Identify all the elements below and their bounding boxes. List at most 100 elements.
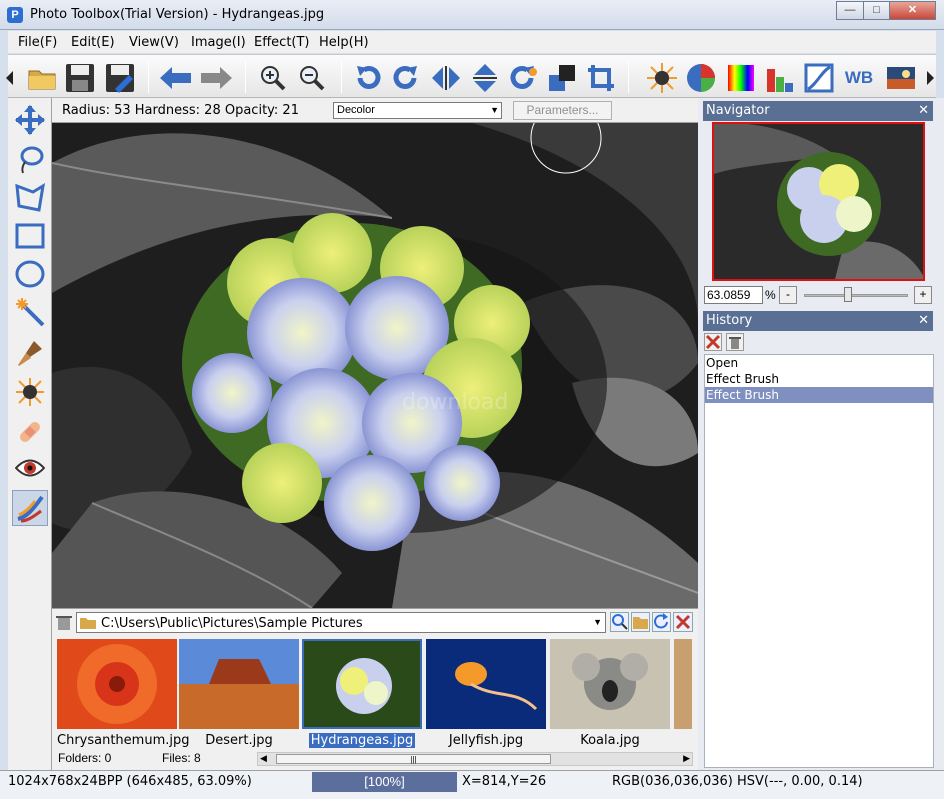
history-item-selected[interactable]: Effect Brush xyxy=(705,387,933,403)
rotate-left-icon[interactable] xyxy=(351,61,385,95)
path-dropdown-icon[interactable]: ▼ xyxy=(593,617,602,627)
ellipse-select-icon[interactable] xyxy=(12,258,48,290)
thumbnail-chrysanthemum[interactable] xyxy=(57,639,177,729)
image-info: 1024x768x24BPP (646x485, 63.09%) xyxy=(8,774,252,789)
thumbnail-desert[interactable] xyxy=(179,639,299,729)
magic-wand-icon[interactable] xyxy=(12,296,48,328)
exposure-brush-icon[interactable] xyxy=(12,376,48,408)
rectangle-select-icon[interactable] xyxy=(12,220,48,252)
zoom-slider-thumb[interactable] xyxy=(844,287,852,302)
save-as-icon[interactable] xyxy=(103,61,137,95)
polygon-lasso-icon[interactable] xyxy=(12,182,48,214)
path-text: C:\Users\Public\Pictures\Sample Pictures xyxy=(101,616,363,631)
history-list: Open Effect Brush Effect Brush xyxy=(704,354,934,768)
thumbnail-partial[interactable] xyxy=(674,639,692,729)
rotate-free-icon[interactable] xyxy=(507,61,541,95)
menu-help[interactable]: Help(H) xyxy=(319,35,369,50)
effect-brush-icon[interactable] xyxy=(12,490,48,526)
right-pane: Navigator ✕ 63.0859 % - + History ✕ Open… xyxy=(698,98,944,770)
navigator-close-icon[interactable]: ✕ xyxy=(918,101,929,121)
menu-edit[interactable]: Edit(E) xyxy=(71,35,115,50)
folder-up-icon[interactable] xyxy=(631,612,650,632)
status-bar: 1024x768x24BPP (646x485, 63.09%) [100%] … xyxy=(0,770,944,799)
zoom-in-button[interactable]: + xyxy=(914,286,932,304)
move-tool-icon[interactable] xyxy=(12,104,48,136)
crop-icon[interactable] xyxy=(584,61,618,95)
auto-color-icon[interactable] xyxy=(884,61,918,95)
toolbar-scroll-left-icon[interactable] xyxy=(4,61,16,95)
history-item[interactable]: Open xyxy=(705,355,933,371)
flip-horizontal-icon[interactable] xyxy=(429,61,463,95)
trash-icon[interactable] xyxy=(55,613,73,631)
history-clear-icon[interactable] xyxy=(726,333,744,351)
thumbnail-label-selected: Hydrangeas.jpg xyxy=(308,733,416,748)
navigator-header: Navigator ✕ xyxy=(703,101,933,121)
thumbnail-label: Jellyfish.jpg xyxy=(448,733,524,748)
white-balance-icon[interactable]: WB xyxy=(842,61,876,95)
path-combo[interactable]: C:\Users\Public\Pictures\Sample Pictures… xyxy=(76,612,606,633)
undo-arrow-icon[interactable] xyxy=(159,61,193,95)
scroll-right-icon[interactable]: ▶ xyxy=(683,753,690,764)
minimize-button[interactable]: — xyxy=(836,1,864,20)
thumbnail-koala[interactable] xyxy=(550,639,670,729)
file-browser: C:\Users\Public\Pictures\Sample Pictures… xyxy=(52,608,698,770)
zoom-input[interactable]: 63.0859 xyxy=(704,286,763,304)
brightness-icon[interactable] xyxy=(645,61,679,95)
options-bar: Radius: 53 Hardness: 28 Opacity: 21 Deco… xyxy=(52,98,698,123)
save-icon[interactable] xyxy=(63,61,97,95)
thumbnail-label: Chrysanthemum.jpg xyxy=(57,733,190,748)
scroll-thumb[interactable]: ||| xyxy=(276,754,551,764)
rotate-right-icon[interactable] xyxy=(389,61,423,95)
refresh-icon[interactable] xyxy=(652,612,671,632)
history-header: History ✕ xyxy=(703,311,933,331)
flip-vertical-icon[interactable] xyxy=(468,61,502,95)
folders-count: Folders: 0 xyxy=(58,751,112,765)
app-icon: P xyxy=(7,7,23,23)
history-delete-icon[interactable] xyxy=(704,333,722,351)
image-canvas[interactable]: download xyxy=(52,123,698,608)
search-icon[interactable] xyxy=(610,612,629,632)
zoom-out-icon[interactable] xyxy=(295,61,329,95)
zoom-status: [100%] xyxy=(312,772,457,792)
redo-arrow-icon[interactable] xyxy=(199,61,233,95)
menu-effect[interactable]: Effect(T) xyxy=(254,35,310,50)
thumbnail-label: Desert.jpg xyxy=(205,733,273,748)
history-close-icon[interactable]: ✕ xyxy=(918,311,929,331)
lasso-tool-icon[interactable] xyxy=(12,144,48,176)
toolbar-scroll-right-icon[interactable] xyxy=(924,61,936,95)
resize-icon[interactable] xyxy=(545,61,579,95)
bandage-heal-icon[interactable] xyxy=(12,416,48,448)
curves-icon[interactable] xyxy=(802,61,836,95)
files-count: Files: 8 xyxy=(162,751,201,765)
zoom-out-button[interactable]: - xyxy=(779,286,797,304)
thumbnail-label: Koala.jpg xyxy=(580,733,640,748)
parameters-button[interactable]: Parameters... xyxy=(513,101,612,120)
zoom-slider[interactable] xyxy=(804,294,908,297)
menu-file[interactable]: File(F) xyxy=(18,35,57,50)
toolbar: WB xyxy=(6,54,936,98)
hue-saturation-icon[interactable] xyxy=(724,61,758,95)
menu-image[interactable]: Image(I) xyxy=(191,35,246,50)
maximize-button[interactable]: □ xyxy=(863,1,890,20)
histogram-icon[interactable] xyxy=(763,61,797,95)
red-eye-icon[interactable] xyxy=(12,452,48,484)
close-button[interactable]: ✕ xyxy=(889,1,936,20)
history-title: History xyxy=(706,313,753,328)
thumbnail-hydrangeas[interactable] xyxy=(302,639,422,729)
horizontal-scrollbar[interactable]: ◀ ||| ▶ xyxy=(257,752,693,766)
tools-panel xyxy=(8,98,52,770)
navigator-preview[interactable] xyxy=(712,122,925,281)
thumbnail-jellyfish[interactable] xyxy=(426,639,546,729)
menu-bar: File(F) Edit(E) View(V) Image(I) Effect(… xyxy=(8,31,936,53)
clone-stamp-icon[interactable] xyxy=(12,338,48,370)
menu-view[interactable]: View(V) xyxy=(129,35,179,50)
history-item[interactable]: Effect Brush xyxy=(705,371,933,387)
zoom-percent: % xyxy=(765,288,776,302)
effect-select[interactable]: Decolor ▼ xyxy=(333,102,502,119)
zoom-in-icon[interactable] xyxy=(256,61,290,95)
watermark-text: download xyxy=(402,390,508,415)
open-folder-icon[interactable] xyxy=(25,61,59,95)
scroll-left-icon[interactable]: ◀ xyxy=(260,753,267,764)
delete-icon[interactable] xyxy=(673,612,693,632)
color-balance-icon[interactable] xyxy=(684,61,718,95)
